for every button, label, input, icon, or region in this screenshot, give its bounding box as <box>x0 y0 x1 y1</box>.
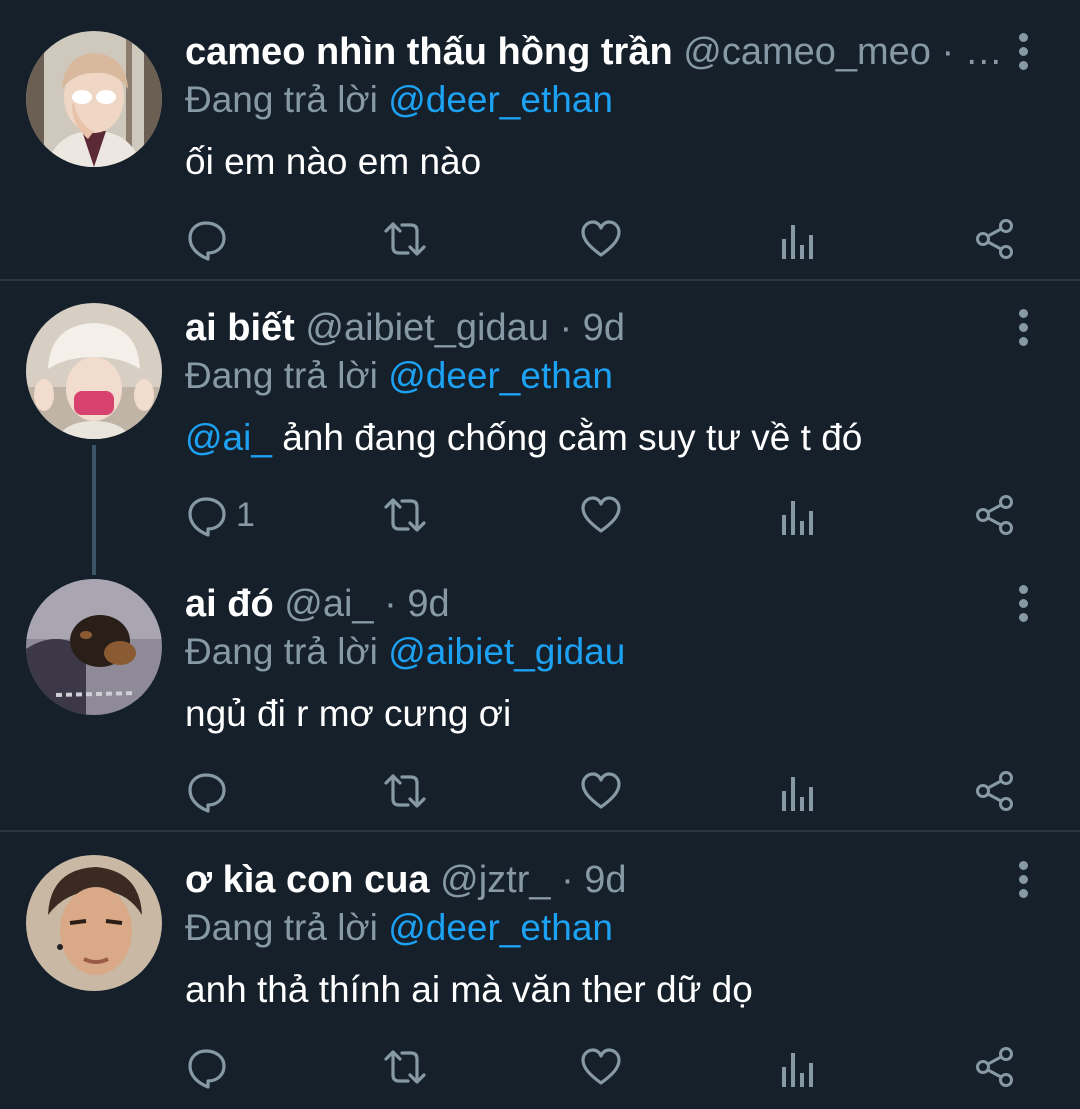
replying-to: Đang trả lời @deer_ethan <box>185 351 613 401</box>
tweet-header: ơ kìa con cua @jztr_ · 9d <box>185 855 1015 905</box>
reply-button[interactable]: 1 <box>186 493 276 537</box>
replying-to: Đang trả lời @deer_ethan <box>185 903 613 953</box>
tweet[interactable]: ai biết @aibiet_gidau · 9d Đang trả lời … <box>0 303 1080 553</box>
retweet-button[interactable] <box>382 1045 428 1089</box>
avatar[interactable] <box>26 31 162 167</box>
share-icon <box>976 771 1013 811</box>
analytics-icon <box>782 501 813 535</box>
replying-to-mention[interactable]: @deer_ethan <box>388 907 613 948</box>
share-icon <box>976 495 1013 535</box>
retweet-button[interactable] <box>382 769 428 813</box>
display-name[interactable]: ai đó <box>185 583 274 625</box>
heart-icon <box>581 772 621 809</box>
analytics-button[interactable] <box>778 1045 818 1089</box>
tweet-time: · 9d <box>384 583 450 625</box>
tweet-text: ngủ đi r mơ cưng ơi <box>185 689 511 739</box>
reply-icon <box>188 773 226 813</box>
like-button[interactable] <box>580 217 622 261</box>
reply-button[interactable] <box>186 1045 246 1089</box>
replying-to: Đang trả lời @deer_ethan <box>185 75 613 125</box>
tweet-header: ai đó @ai_ · 9d <box>185 579 1015 629</box>
heart-icon <box>581 220 621 257</box>
avatar[interactable] <box>26 303 162 439</box>
retweet-button[interactable] <box>382 493 428 537</box>
reply-icon <box>188 497 226 537</box>
reply-button[interactable] <box>186 217 246 261</box>
tweet-text-body: anh thả thính ai mà văn ther dữ dọ <box>185 969 753 1010</box>
share-icon <box>976 1047 1013 1087</box>
tweet-text-body: ối em nào em nào <box>185 141 482 182</box>
tweet[interactable]: cameo nhìn thấu hồng trần @cameo_meo · …… <box>0 27 1080 277</box>
tweet-text-body: ngủ đi r mơ cưng ơi <box>185 693 512 734</box>
replying-to-label: Đang trả lời <box>185 79 378 120</box>
more-vertical-icon[interactable] <box>1010 33 1038 73</box>
share-icon <box>976 219 1013 259</box>
retweet-icon <box>384 774 426 808</box>
tweet-text: ối em nào em nào <box>185 137 481 187</box>
retweet-icon <box>384 498 426 532</box>
analytics-icon <box>782 225 813 259</box>
replying-to-mention[interactable]: @deer_ethan <box>388 355 613 396</box>
replying-to-mention[interactable]: @deer_ethan <box>388 79 613 120</box>
retweet-icon <box>384 1050 426 1084</box>
more-vertical-icon[interactable] <box>1010 309 1038 349</box>
avatar[interactable] <box>26 579 162 715</box>
reply-icon <box>188 221 226 261</box>
tweet-header: cameo nhìn thấu hồng trần @cameo_meo · … <box>185 27 1015 77</box>
user-handle[interactable]: @jztr_ <box>440 859 550 901</box>
replying-to-mention[interactable]: @aibiet_gidau <box>388 631 625 672</box>
user-handle[interactable]: @aibiet_gidau <box>305 307 549 349</box>
analytics-button[interactable] <box>778 493 818 537</box>
heart-icon <box>581 1048 621 1085</box>
reply-button[interactable] <box>186 769 246 813</box>
tweet[interactable]: ơ kìa con cua @jztr_ · 9d Đang trả lời @… <box>0 855 1080 1105</box>
tweet-header: ai biết @aibiet_gidau · 9d <box>185 303 1015 353</box>
share-button[interactable] <box>974 1045 1016 1089</box>
replying-to-label: Đang trả lời <box>185 355 378 396</box>
retweet-button[interactable] <box>382 217 428 261</box>
tweet-divider <box>0 830 1080 832</box>
share-button[interactable] <box>974 217 1016 261</box>
display-name[interactable]: ơ kìa con cua <box>185 859 430 901</box>
tweet-text-body: ảnh đang chống cằm suy tư về t đó <box>271 417 863 458</box>
analytics-icon <box>782 777 813 811</box>
display-name[interactable]: ai biết <box>185 307 295 349</box>
analytics-icon <box>782 1053 813 1087</box>
tweet-time: · … <box>941 31 1003 73</box>
tweet-text: @ai_ ảnh đang chống cằm suy tư về t đó <box>185 413 862 463</box>
reply-icon <box>188 1049 226 1089</box>
tweet-time: · 9d <box>559 307 625 349</box>
display-name[interactable]: cameo nhìn thấu hồng trần <box>185 31 673 73</box>
analytics-button[interactable] <box>778 769 818 813</box>
like-button[interactable] <box>580 493 622 537</box>
replying-to-label: Đang trả lời <box>185 907 378 948</box>
tweet[interactable]: ai đó @ai_ · 9d Đang trả lời @aibiet_gid… <box>0 579 1080 829</box>
more-vertical-icon[interactable] <box>1010 585 1038 625</box>
share-button[interactable] <box>974 493 1016 537</box>
like-button[interactable] <box>580 769 622 813</box>
replying-to-label: Đang trả lời <box>185 631 378 672</box>
share-button[interactable] <box>974 769 1016 813</box>
avatar[interactable] <box>26 855 162 991</box>
tweet-time: · 9d <box>561 859 627 901</box>
retweet-icon <box>384 222 426 256</box>
replying-to: Đang trả lời @aibiet_gidau <box>185 627 625 677</box>
user-handle[interactable]: @cameo_meo <box>683 31 931 73</box>
like-button[interactable] <box>580 1045 622 1089</box>
tweet-text-mention[interactable]: @ai_ <box>185 417 272 458</box>
tweet-divider <box>0 279 1080 281</box>
more-vertical-icon[interactable] <box>1010 861 1038 901</box>
tweet-text: anh thả thính ai mà văn ther dữ dọ <box>185 965 753 1015</box>
reply-count: 1 <box>236 496 255 534</box>
user-handle[interactable]: @ai_ <box>284 583 373 625</box>
heart-icon <box>581 496 621 533</box>
analytics-button[interactable] <box>778 217 818 261</box>
